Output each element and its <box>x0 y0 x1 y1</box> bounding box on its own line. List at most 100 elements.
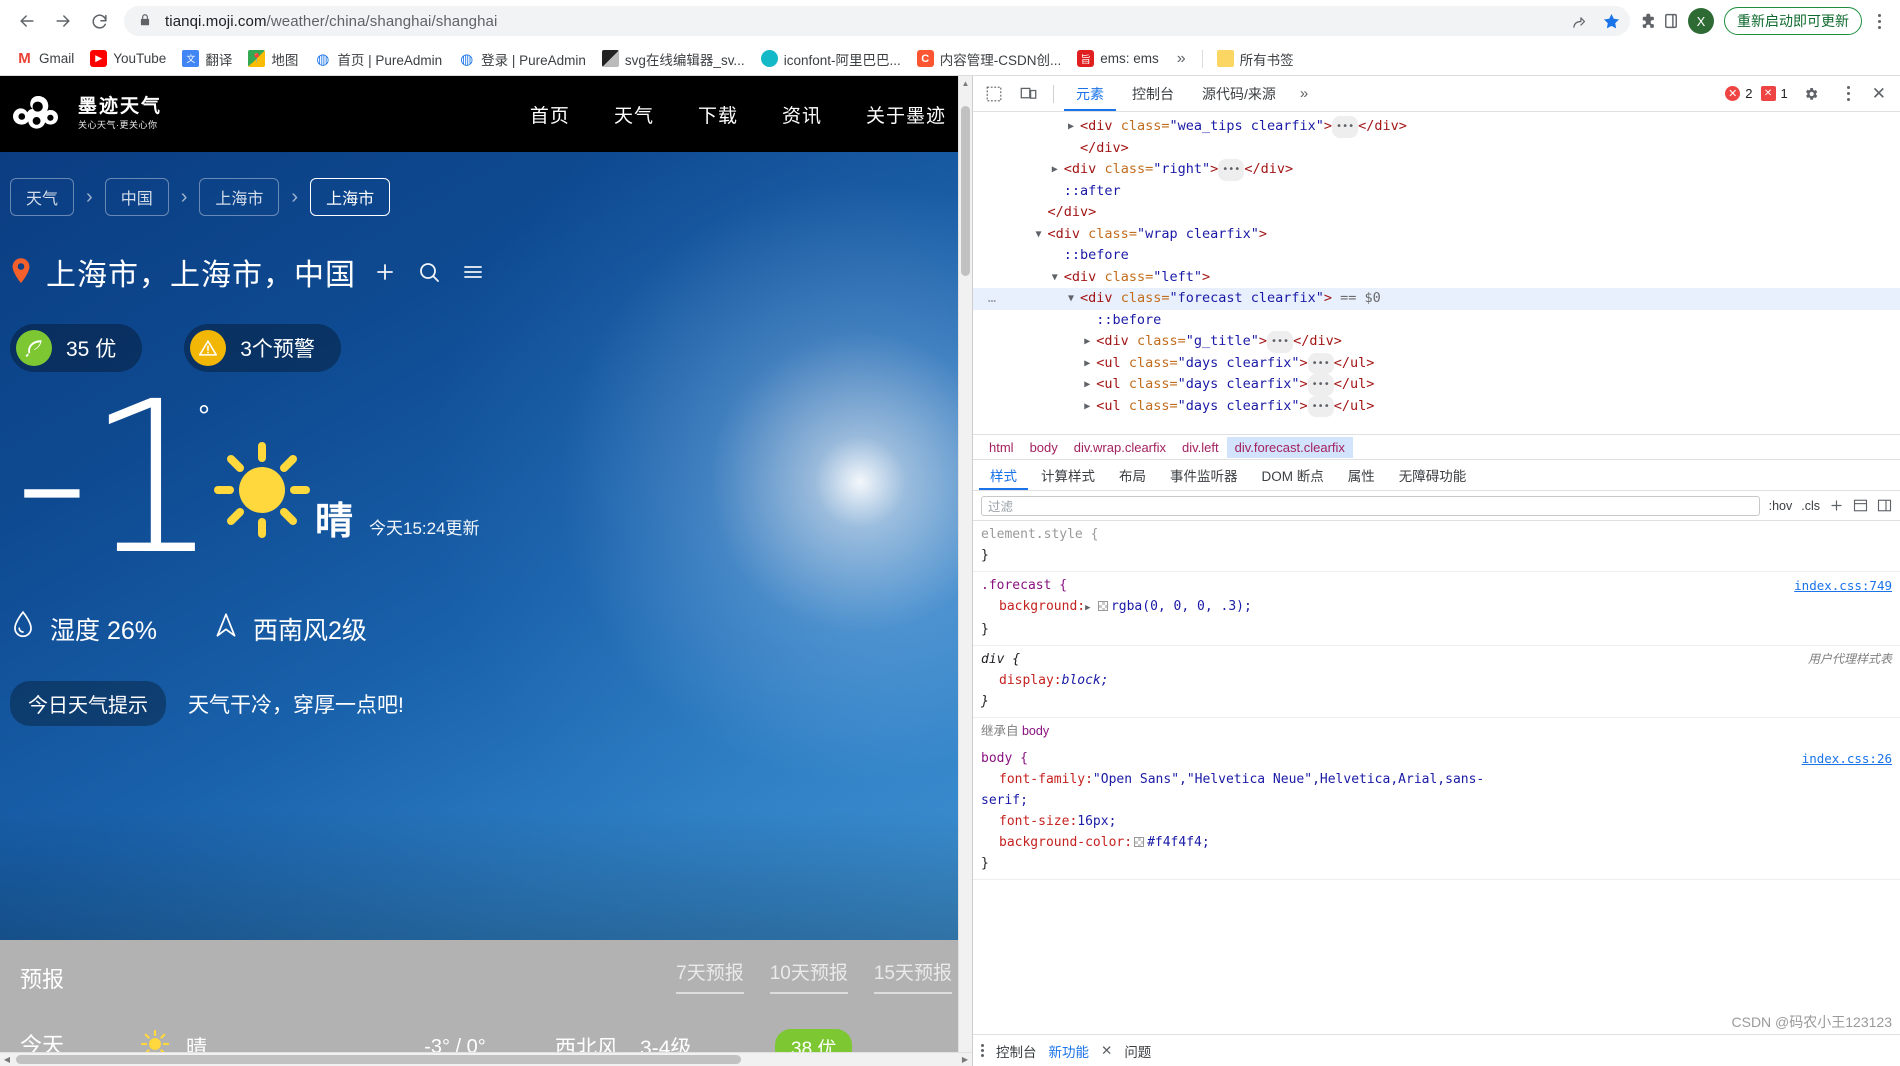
bookmark-item[interactable]: 地图 <box>242 46 304 72</box>
bookmark-item[interactable]: 旨 ems: ems <box>1071 47 1165 70</box>
back-button[interactable] <box>10 4 44 38</box>
dom-breadcrumb-item[interactable]: body <box>1022 437 1066 458</box>
search-icon[interactable] <box>414 257 444 287</box>
dom-node[interactable]: ▶ < ul class= "days clearfix" > ••• </ul> <box>973 395 1900 417</box>
dom-twisty-icon[interactable] <box>1052 181 1064 203</box>
dom-node[interactable]: </div> <box>973 138 1900 160</box>
scroll-left-arrow[interactable]: ◀ <box>0 1053 14 1066</box>
css-rule[interactable]: element.style {} <box>973 521 1900 572</box>
bookmark-all-bookmarks[interactable]: 所有书签 <box>1211 46 1300 72</box>
extensions-icon[interactable] <box>1636 10 1658 32</box>
color-swatch[interactable] <box>1097 601 1108 611</box>
css-declaration[interactable]: font-family: "Open Sans","Helvetica Neue… <box>981 769 1892 790</box>
breadcrumb-item[interactable]: 上海市 <box>199 178 280 216</box>
dom-twisty-icon[interactable] <box>1036 202 1048 224</box>
expand-triangle-icon[interactable]: ▶ <box>1085 603 1096 613</box>
css-declaration[interactable]: display: block; <box>981 670 1892 691</box>
hover-state-button[interactable]: :hov <box>1769 499 1793 513</box>
css-selector[interactable]: element.style { <box>981 524 1892 545</box>
bookmark-item[interactable]: M Gmail <box>10 47 80 70</box>
dom-node[interactable]: ▶ < div class= "right" > ••• </div> <box>973 159 1900 181</box>
forecast-tab-10天预报[interactable]: 10天预报 <box>769 958 848 994</box>
bookmark-star-icon[interactable] <box>1600 10 1622 32</box>
dom-twisty-icon[interactable]: ▶ <box>1052 159 1064 181</box>
bookmark-item[interactable]: 文翻译 <box>176 46 238 72</box>
drawer-tab-whatsnew[interactable]: 新功能 <box>1049 1041 1090 1061</box>
dom-twisty-icon[interactable]: ▶ <box>1084 353 1096 375</box>
styles-subtab-无障碍功能[interactable]: 无障碍功能 <box>1388 460 1478 490</box>
warning-count-badge[interactable]: ✕ 1 <box>1760 86 1788 101</box>
styles-pane[interactable]: element.style {} index.css:749 .forecast {… <box>973 521 1900 1034</box>
css-value[interactable]: "Open Sans","Helvetica Neue",Helvetica,A… <box>1093 772 1484 787</box>
dom-twisty-icon[interactable]: ▶ <box>1084 331 1096 353</box>
breadcrumb-item[interactable]: 中国 <box>104 178 169 216</box>
css-value[interactable]: block; <box>1062 673 1109 688</box>
inspect-element-icon[interactable] <box>979 80 1009 108</box>
toggle-sidebar-icon[interactable] <box>1877 498 1892 513</box>
drawer-tab-console[interactable]: 控制台 <box>996 1041 1037 1061</box>
dom-twisty-icon[interactable]: ▼ <box>1036 224 1048 246</box>
breadcrumb-item[interactable]: 天气 <box>10 178 75 216</box>
devtools-tab-sources[interactable]: 源代码/来源 <box>1190 76 1288 111</box>
styles-subtab-属性[interactable]: 属性 <box>1337 460 1386 490</box>
dom-node[interactable]: … ▼ < div class= "forecast clearfix" > == $0 <box>973 288 1900 310</box>
dom-twisty-icon[interactable] <box>1052 245 1064 267</box>
css-value[interactable]: serif; <box>981 793 1028 808</box>
dom-breadcrumb-item[interactable]: div.forecast.clearfix <box>1226 436 1353 458</box>
dom-node[interactable]: ▶ < div class= "g_title" > ••• </div> <box>973 331 1900 353</box>
devtools-menu-icon[interactable] <box>1838 86 1860 101</box>
page-horizontal-scrollbar[interactable]: ◀ ▶ <box>0 1052 972 1066</box>
css-rule-source[interactable]: index.css:749 <box>1794 575 1892 596</box>
dom-node[interactable]: ▼ < div class= "wrap clearfix" > <box>973 224 1900 246</box>
inherited-target[interactable]: body <box>1022 724 1049 738</box>
bookmark-item[interactable]: C 内容管理-CSDN创... <box>911 46 1068 72</box>
dom-breadcrumb-item[interactable]: div.left <box>1174 437 1227 458</box>
styles-subtab-DOM 断点[interactable]: DOM 断点 <box>1251 460 1335 490</box>
css-selector[interactable]: div { <box>981 649 1892 670</box>
css-property[interactable]: display: <box>981 670 1062 691</box>
site-nav-link-天气[interactable]: 天气 <box>614 101 654 128</box>
bookmark-item[interactable]: iconfont-阿里巴巴... <box>755 46 907 72</box>
site-logo[interactable]: 墨迹天气 关心天气·更关心你 <box>8 90 162 138</box>
dom-twisty-icon[interactable]: ▼ <box>1052 267 1064 289</box>
css-rule[interactable]: index.css:26 body {font-family: "Open San… <box>973 745 1900 880</box>
update-button[interactable]: 重新启动即可更新 <box>1724 7 1862 35</box>
dom-twisty-icon[interactable] <box>1068 138 1080 160</box>
dom-node[interactable]: ::after <box>973 181 1900 203</box>
dom-twisty-icon[interactable]: ▶ <box>1084 374 1096 396</box>
styles-subtab-计算样式[interactable]: 计算样式 <box>1030 460 1106 490</box>
devtools-tab-console[interactable]: 控制台 <box>1120 76 1186 111</box>
dom-node[interactable]: ▼ < div class= "left" > <box>973 267 1900 289</box>
gear-icon[interactable] <box>1796 80 1826 108</box>
dom-twisty-icon[interactable]: ▼ <box>1068 288 1080 310</box>
css-rule[interactable]: 用户代理样式表 div {display: block;} <box>973 646 1900 718</box>
devtools-close-icon[interactable]: ✕ <box>1868 84 1890 104</box>
bookmark-item[interactable]: ◍ 登录 | PureAdmin <box>452 46 592 72</box>
styles-subtab-事件监听器[interactable]: 事件监听器 <box>1159 460 1249 490</box>
dom-twisty-icon[interactable] <box>1084 310 1096 332</box>
css-declaration[interactable]: serif; <box>981 790 1892 811</box>
device-toolbar-icon[interactable] <box>1013 80 1043 108</box>
css-declaration[interactable]: background-color: #f4f4f4; <box>981 832 1892 853</box>
city-list-icon[interactable] <box>458 257 488 287</box>
forecast-tab-15天预报[interactable]: 15天预报 <box>873 958 952 994</box>
chrome-menu-icon[interactable] <box>1868 13 1890 29</box>
css-selector[interactable]: body { <box>981 748 1892 769</box>
dom-node[interactable]: </div> <box>973 202 1900 224</box>
scroll-up-arrow[interactable]: ▲ <box>959 76 972 90</box>
drawer-tab-close-icon[interactable]: ✕ <box>1101 1043 1112 1059</box>
css-rule[interactable]: index.css:749 .forecast {background: ▶ rg… <box>973 572 1900 646</box>
dom-node[interactable]: ▶ < div class= "wea_tips clearfix" > ••• </div… <box>973 116 1900 138</box>
computed-styles-sidebar-icon[interactable] <box>1853 498 1868 513</box>
class-editor-button[interactable]: .cls <box>1801 499 1820 513</box>
vertical-scroll-thumb[interactable] <box>961 106 970 276</box>
dom-node[interactable]: ::before <box>973 245 1900 267</box>
css-property[interactable]: background-color: <box>981 832 1132 853</box>
css-selector[interactable]: .forecast { <box>981 575 1892 596</box>
reload-button[interactable] <box>82 4 116 38</box>
css-property[interactable]: font-size: <box>981 811 1077 832</box>
css-property[interactable]: background: <box>981 596 1085 617</box>
css-declaration[interactable]: background: ▶ rgba(0, 0, 0, .3); <box>981 596 1892 619</box>
bookmark-item[interactable]: ▶ YouTube <box>84 47 172 70</box>
css-value[interactable]: rgba(0, 0, 0, .3); <box>1111 599 1252 614</box>
